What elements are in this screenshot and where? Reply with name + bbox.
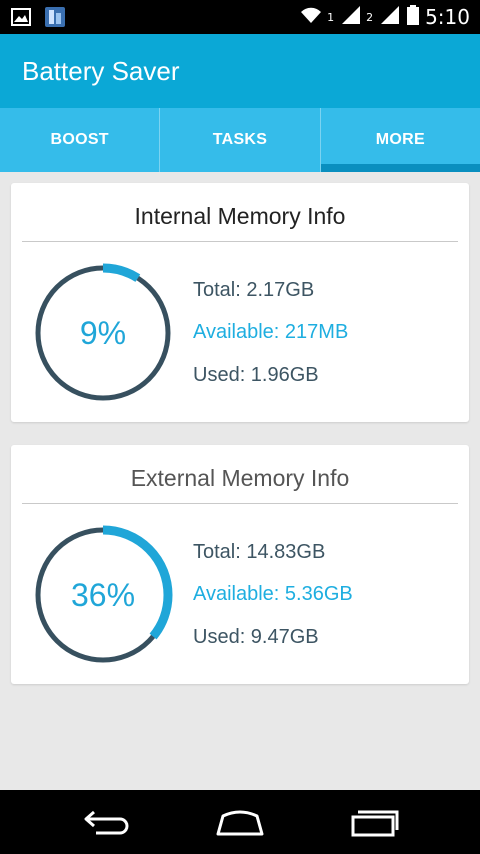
signal-icon-2 [379, 5, 401, 30]
app-notification-icon [44, 6, 66, 28]
sim2-label: 2 [366, 10, 374, 24]
back-icon[interactable] [78, 804, 138, 840]
image-icon [10, 6, 32, 28]
internal-percent: 9% [79, 314, 127, 351]
tab-tasks[interactable]: TASKS [159, 108, 319, 172]
tab-boost[interactable]: BOOST [0, 108, 159, 172]
internal-divider [22, 241, 458, 242]
app-bar: Battery Saver [0, 34, 480, 108]
external-memory-title: External Memory Info [130, 465, 350, 491]
clock: 5:10 [425, 5, 470, 29]
tab-bar: BOOST TASKS MORE [0, 108, 480, 172]
external-available: Available: 5.36GB [193, 583, 353, 605]
external-divider [22, 503, 458, 504]
signal-icon [340, 5, 362, 30]
internal-memory-card: Internal Memory Info 9% Total: 2.17GB Av… [11, 183, 469, 422]
internal-used: Used: 1.96GB [193, 364, 319, 386]
status-bar: 1 2 5:10 [0, 0, 480, 34]
navigation-bar [0, 790, 480, 854]
external-memory-card: External Memory Info 36% Total: 14.83GB … [11, 445, 469, 684]
tab-more[interactable]: MORE [319, 108, 480, 172]
wifi-icon [299, 5, 323, 30]
app-title: Battery Saver [22, 56, 180, 86]
external-used: Used: 9.47GB [193, 626, 319, 648]
recent-apps-icon[interactable] [345, 804, 405, 840]
sim1-label: 1 [327, 10, 335, 24]
internal-total: Total: 2.17GB [193, 279, 315, 301]
external-total: Total: 14.83GB [193, 541, 326, 563]
internal-memory-title: Internal Memory Info [134, 203, 346, 229]
internal-available: Available: 217MB [193, 321, 349, 343]
external-percent: 36% [70, 576, 136, 613]
battery-icon [407, 4, 420, 30]
home-icon[interactable] [210, 804, 270, 840]
